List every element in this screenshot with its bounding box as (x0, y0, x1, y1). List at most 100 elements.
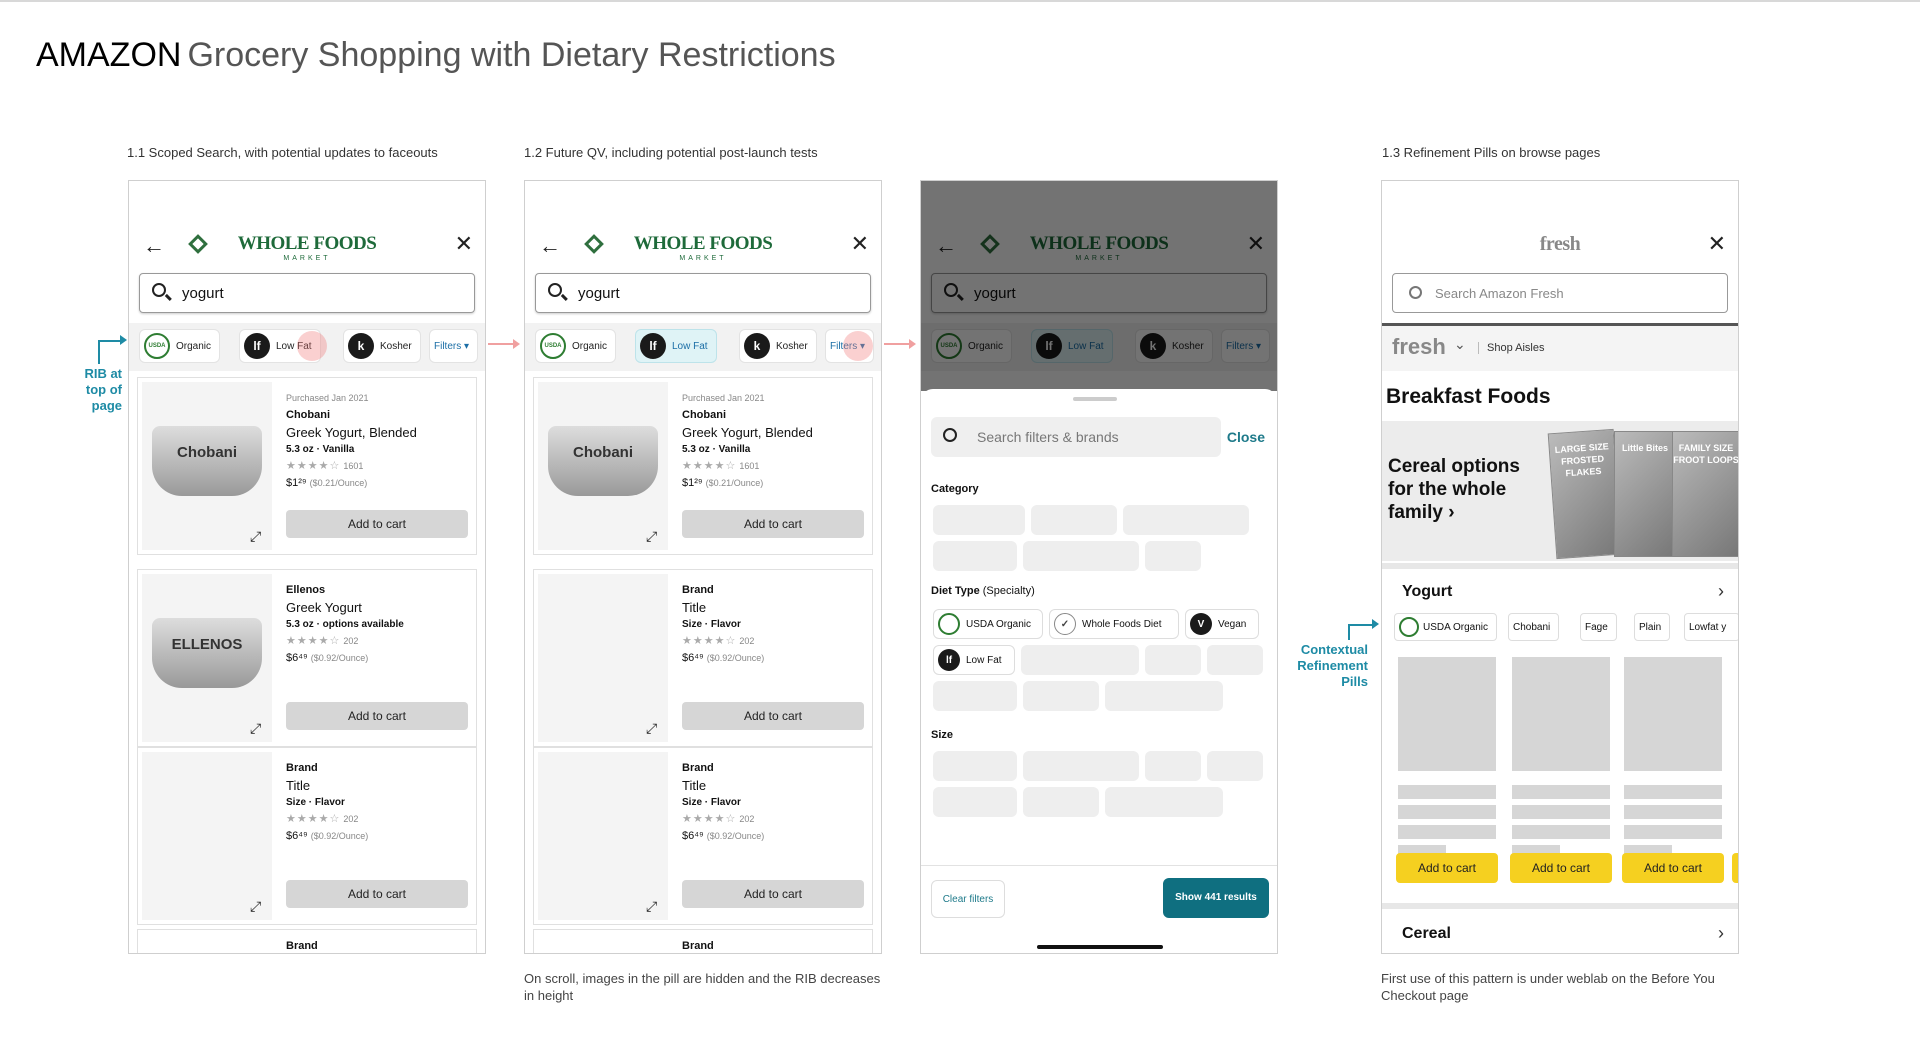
pill-filters[interactable]: Filters ▾ (429, 329, 479, 363)
check-icon: ✓ (1054, 613, 1076, 635)
touch-indicator (297, 331, 327, 361)
dim-overlay[interactable] (921, 181, 1277, 391)
expand-icon[interactable]: ⤢ (250, 720, 261, 737)
text-placeholder (1398, 785, 1496, 799)
chevron-right-icon[interactable]: › (1718, 581, 1724, 602)
pill-organic[interactable]: USDAOrganic (535, 329, 617, 363)
category-title: Breakfast Foods (1386, 385, 1551, 408)
section-cereal[interactable]: Cereal (1402, 925, 1451, 943)
add-to-cart-button[interactable]: Add to cart (1510, 853, 1612, 883)
fresh-menu[interactable]: fresh (1392, 334, 1446, 360)
section-divider (1382, 903, 1738, 909)
text-placeholder (1512, 805, 1610, 819)
product-image-placeholder[interactable] (1624, 657, 1722, 771)
pill-kosher[interactable]: kKosher (343, 329, 421, 363)
placeholder-pill (1105, 681, 1223, 711)
diet-pill-usda-organic[interactable]: USDA Organic (933, 609, 1043, 639)
add-to-cart-button[interactable]: Add to cart (286, 702, 468, 730)
flow-arrow (884, 339, 916, 349)
expand-icon[interactable]: ⤢ (646, 898, 657, 915)
placeholder-pill (1145, 645, 1201, 675)
refinement-pill-usda-organic[interactable]: USDA Organic (1394, 613, 1498, 641)
kosher-icon: k (744, 333, 770, 359)
add-to-cart-button[interactable]: Add to cart (1396, 853, 1498, 883)
refinement-pill-plain[interactable]: Plain (1634, 613, 1671, 641)
pill-organic[interactable]: USDAOrganic (139, 329, 221, 363)
chevron-down-icon[interactable]: ⌄ (1454, 336, 1466, 353)
section-yogurt[interactable]: Yogurt (1402, 583, 1452, 601)
sheet-handle[interactable] (1073, 397, 1117, 401)
note-scroll-behavior: On scroll, images in the pill are hidden… (524, 971, 881, 1003)
refinement-pill-lowfat[interactable]: Lowfat y (1684, 613, 1738, 641)
low-fat-icon: lf (640, 333, 666, 359)
add-to-cart-button-partial[interactable] (1732, 853, 1738, 883)
section-divider (1382, 563, 1738, 569)
placeholder-pill (1145, 751, 1201, 781)
product-card[interactable]: Chobani ⤢ Purchased Jan 2021 Chobani Greek… (533, 377, 873, 555)
placeholder-pill (1031, 505, 1117, 535)
expand-icon[interactable]: ⤢ (646, 528, 657, 545)
app-header: fresh ✕ (1382, 227, 1738, 267)
product-image: Chobani (538, 382, 668, 550)
page-title: AMAZON Grocery Shopping with Dietary Rest… (36, 36, 836, 74)
kosher-icon: k (348, 333, 374, 359)
add-to-cart-button[interactable]: Add to cart (682, 880, 864, 908)
search-input[interactable]: Search Amazon Fresh (1392, 273, 1728, 313)
close-icon[interactable]: ✕ (1708, 231, 1726, 257)
expand-icon[interactable]: ⤢ (250, 528, 261, 545)
refinement-pill-chobani[interactable]: Chobani (1508, 613, 1560, 641)
cereal-box: LARGE SIZE FROSTED FLAKES (1547, 428, 1623, 560)
annotation-arrow (1348, 624, 1374, 640)
add-to-cart-button[interactable]: Add to cart (682, 702, 864, 730)
product-card-partial: Brand (533, 929, 873, 953)
caption-1-2: 1.2 Future QV, including potential post-… (524, 145, 818, 160)
expand-icon[interactable]: ⤢ (250, 898, 261, 915)
promo-banner[interactable]: Cereal options for the whole family › LA… (1382, 421, 1738, 561)
pill-kosher[interactable]: kKosher (739, 329, 817, 363)
clear-filters-button[interactable]: Clear filters (931, 880, 1005, 918)
chevron-right-icon[interactable]: › (1718, 923, 1724, 944)
product-card[interactable]: ⤢ Brand Title Size · Flavor ★★★★☆ 202 $6⁴⁹ (… (533, 569, 873, 747)
show-results-button[interactable]: Show 441 results (1163, 878, 1269, 918)
whole-foods-logo: WHOLE FOODS (237, 233, 377, 254)
placeholder-pill (933, 681, 1017, 711)
low-fat-icon: lf (244, 333, 270, 359)
top-divider (0, 0, 1920, 2)
close-button[interactable]: Close (1227, 429, 1265, 445)
usda-organic-icon: USDA (144, 333, 170, 359)
product-image-placeholder[interactable] (1398, 657, 1496, 771)
size-heading: Size (931, 729, 954, 741)
diet-pill-whole-foods-diet[interactable]: ✓ Whole Foods Diet (1049, 609, 1179, 639)
screen-browse-refinement: fresh ✕ Search Amazon Fresh fresh ⌄ Shop… (1381, 180, 1739, 954)
close-icon[interactable]: ✕ (455, 231, 473, 257)
add-to-cart-button[interactable]: Add to cart (682, 510, 864, 538)
product-card[interactable]: ⤢ Brand Title Size · Flavor ★★★★☆ 202 $6⁴⁹ (… (533, 747, 873, 925)
sheet-footer: Clear filters Show 441 results (921, 865, 1277, 953)
filter-search-input[interactable]: Search filters & brands (931, 417, 1221, 457)
cereal-box: Little Bites (1614, 431, 1676, 557)
category-heading: Category (931, 483, 979, 495)
close-icon[interactable]: ✕ (851, 231, 869, 257)
cereal-box: FAMILY SIZE FROOT LOOPS (1672, 431, 1738, 557)
text-placeholder (1512, 785, 1610, 799)
product-image (538, 574, 668, 742)
search-input[interactable]: yogurt (139, 273, 475, 313)
diet-pill-vegan[interactable]: V Vegan (1185, 609, 1259, 639)
shop-aisles-link[interactable]: Shop Aisles (1478, 342, 1544, 354)
app-header: ← WHOLE FOODS MARKET ✕ (525, 227, 881, 267)
annotation-rib: RIB at top of page (84, 366, 122, 413)
diet-pill-low-fat[interactable]: lf Low Fat (933, 645, 1015, 675)
screen-scoped-search: ← WHOLE FOODS MARKET ✕ yogurt USDA Organi… (128, 180, 486, 954)
refinement-pill-fage[interactable]: Fage (1580, 613, 1617, 641)
product-card[interactable]: ELLENOS ⤢ Ellenos Greek Yogurt 5.3 oz · op… (137, 569, 477, 747)
product-image-placeholder[interactable] (1512, 657, 1610, 771)
search-input[interactable]: yogurt (535, 273, 871, 313)
product-card[interactable]: ⤢ Brand Title Size · Flavor ★★★★☆ 202 $6⁴⁹ (… (137, 747, 477, 925)
text-placeholder (1398, 805, 1496, 819)
expand-icon[interactable]: ⤢ (646, 720, 657, 737)
pill-low-fat[interactable]: lfLow Fat (635, 329, 717, 363)
product-card[interactable]: Chobani ⤢ Purchased Jan 2021 Chobani Greek… (137, 377, 477, 555)
add-to-cart-button[interactable]: Add to cart (286, 510, 468, 538)
add-to-cart-button[interactable]: Add to cart (1622, 853, 1724, 883)
add-to-cart-button[interactable]: Add to cart (286, 880, 468, 908)
